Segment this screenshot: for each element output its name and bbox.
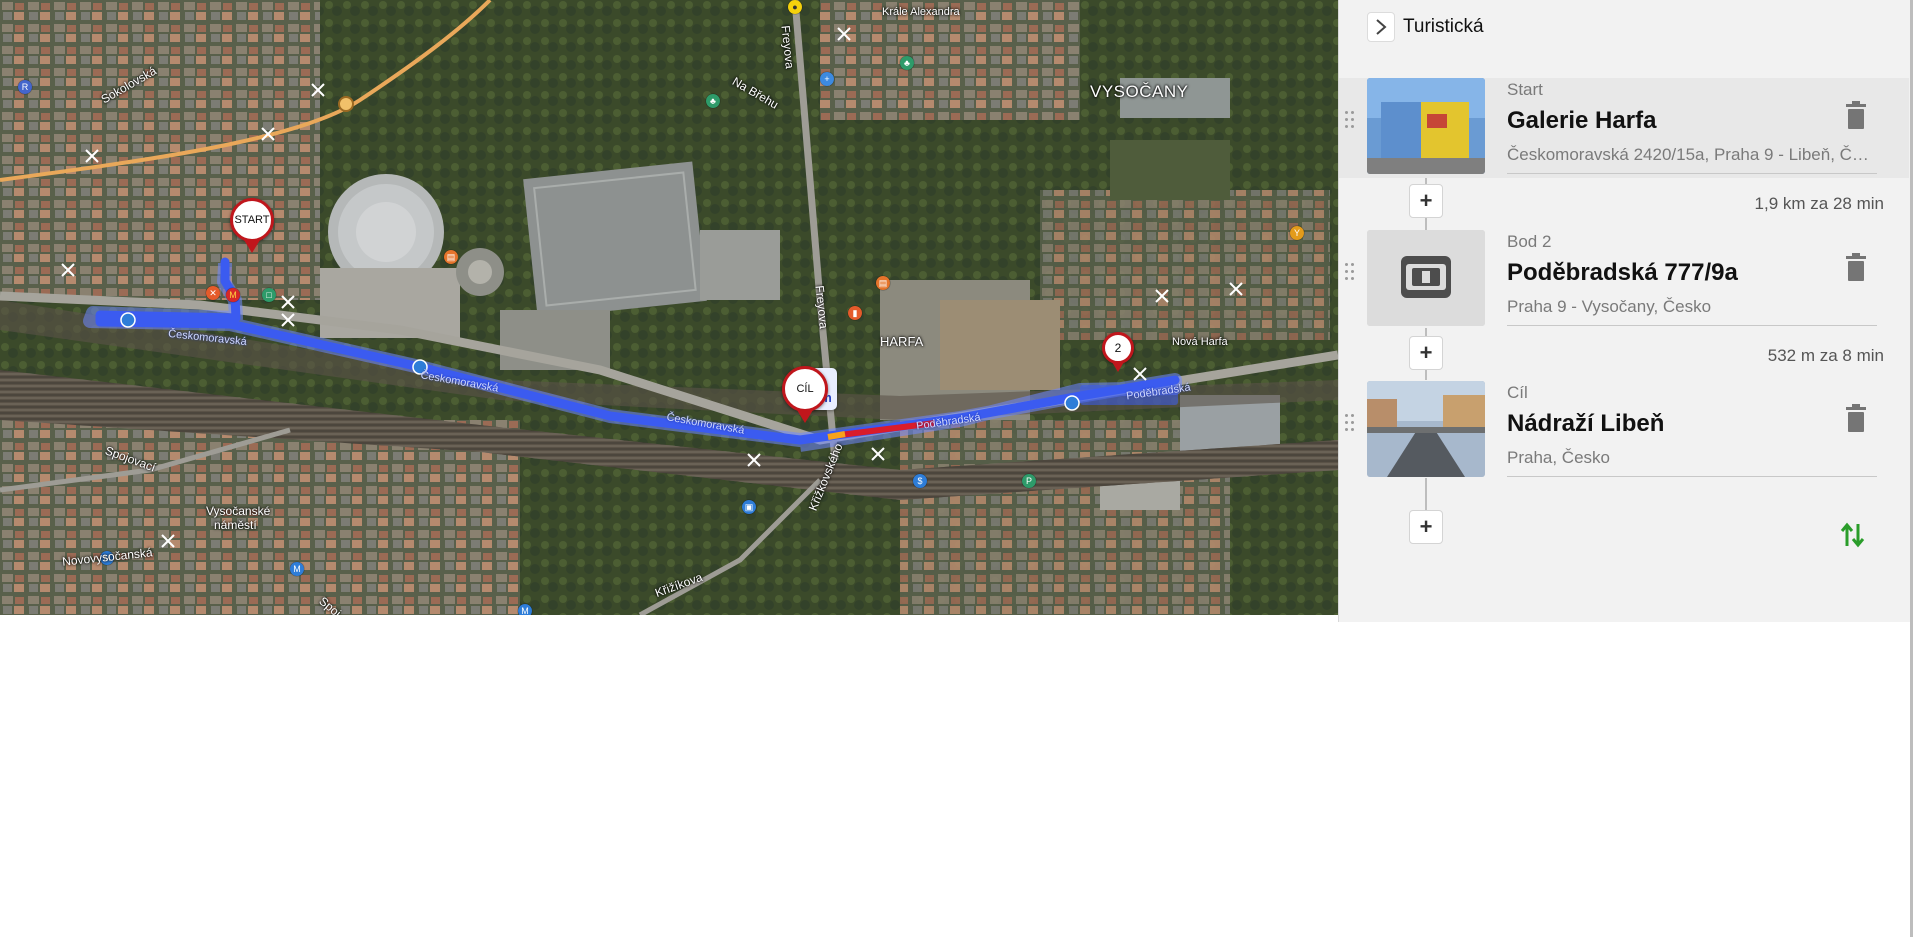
shop-icon[interactable]: □ xyxy=(262,288,276,302)
add-stop-button[interactable]: + xyxy=(1409,510,1443,544)
district-label: VYSOČANY xyxy=(1090,82,1189,101)
panel-header: Turistická xyxy=(1367,12,1484,42)
atm-icon[interactable]: $ xyxy=(913,474,927,488)
route-stop-end[interactable]: Cíl Nádraží Libeň Praha, Česko xyxy=(1339,381,1909,481)
route-type-label[interactable]: Turistická xyxy=(1403,16,1484,38)
stop-address: Českomoravská 2420/15a, Praha 9 - Libeň,… xyxy=(1507,145,1877,164)
stop-name[interactable]: Poděbradská 777/9a xyxy=(1507,259,1738,287)
street-label: Nová Harfa xyxy=(1172,336,1228,348)
trash-icon xyxy=(1846,101,1866,129)
atm-icon xyxy=(1367,230,1485,326)
parking-icon[interactable]: P xyxy=(1022,474,1036,488)
drag-handle-icon[interactable] xyxy=(1345,414,1357,436)
bank-icon[interactable]: ● xyxy=(788,0,802,14)
end-pin-label: CÍL xyxy=(796,383,814,395)
area-label: HARFA xyxy=(880,334,924,349)
route-stop-waypoint[interactable]: Bod 2 Poděbradská 777/9a Praha 9 - Vysoč… xyxy=(1339,230,1909,330)
stop-type-label: Start xyxy=(1507,80,1543,99)
stop-type-label: Cíl xyxy=(1507,383,1528,402)
park-icon[interactable]: ♣ xyxy=(900,56,914,70)
delete-stop-button[interactable] xyxy=(1845,403,1867,433)
shop-icon[interactable]: ▤ xyxy=(444,250,458,264)
divider xyxy=(1507,173,1877,174)
waypoint-pin[interactable]: 2 xyxy=(1102,332,1134,372)
restaurant-icon[interactable]: ✕ xyxy=(206,286,220,300)
divider xyxy=(1507,325,1877,326)
route-stop-start[interactable]: Start Galerie Harfa Českomoravská 2420/1… xyxy=(1339,78,1909,178)
chevron-right-icon xyxy=(1376,19,1387,35)
train-icon[interactable]: ▣ xyxy=(742,500,756,514)
start-pin[interactable]: START xyxy=(230,198,274,253)
street-label: Krále Alexandra xyxy=(882,6,960,18)
poi-icon[interactable]: R xyxy=(18,80,32,94)
drag-handle-icon[interactable] xyxy=(1345,111,1357,133)
waypoint-pin-label: 2 xyxy=(1114,341,1122,355)
trash-icon xyxy=(1846,404,1866,432)
collapse-panel-button[interactable] xyxy=(1367,12,1395,42)
delete-stop-button[interactable] xyxy=(1845,100,1867,130)
hospital-icon[interactable]: + xyxy=(820,72,834,86)
park-icon[interactable]: ♣ xyxy=(706,94,720,108)
trash-icon xyxy=(1846,253,1866,281)
street-label: Vysočanské xyxy=(206,504,271,518)
add-stop-button[interactable]: + xyxy=(1409,336,1443,370)
metro-icon[interactable]: M xyxy=(290,562,304,576)
end-pin[interactable]: CÍL xyxy=(782,366,828,423)
stop-name[interactable]: Nádraží Libeň xyxy=(1507,410,1664,438)
metro-icon[interactable]: M xyxy=(518,604,532,615)
drag-handle-icon[interactable] xyxy=(1345,263,1357,285)
divider xyxy=(1507,476,1877,477)
stop-address: Praha, Česko xyxy=(1507,448,1610,467)
nadrazi-liben-photo xyxy=(1367,381,1485,477)
stop-name[interactable]: Galerie Harfa xyxy=(1507,107,1656,135)
reverse-route-button[interactable] xyxy=(1839,520,1867,550)
segment-distance-time: 532 m za 8 min xyxy=(1767,346,1884,365)
bar-icon[interactable]: Y xyxy=(1290,226,1304,240)
street-label: náměstí xyxy=(214,518,257,532)
scrollbar[interactable] xyxy=(1910,0,1913,937)
bus-stop-icon[interactable]: ▮ xyxy=(848,306,862,320)
swap-arrows-icon xyxy=(1840,522,1865,548)
add-stop-button[interactable]: + xyxy=(1409,184,1443,218)
stop-type-label: Bod 2 xyxy=(1507,232,1552,251)
shop-icon[interactable]: ▤ xyxy=(876,276,890,290)
start-pin-label: START xyxy=(234,214,270,226)
galerie-harfa-photo xyxy=(1367,78,1485,174)
map-canvas[interactable]: R M ✕ □ ▤ + ♣ ♣ ▮ ▤ P ▣ Y M M M $ ● VYSO… xyxy=(0,0,1338,615)
app-window: R M ✕ □ ▤ + ♣ ♣ ▮ ▤ P ▣ Y M M M $ ● VYSO… xyxy=(0,0,1914,937)
mcdonalds-icon[interactable]: M xyxy=(226,288,240,302)
delete-stop-button[interactable] xyxy=(1845,252,1867,282)
segment-distance-time: 1,9 km za 28 min xyxy=(1754,194,1884,213)
stop-address: Praha 9 - Vysočany, Česko xyxy=(1507,297,1712,316)
route-panel: Turistická Start Galerie Harfa Českomora… xyxy=(1338,0,1910,622)
